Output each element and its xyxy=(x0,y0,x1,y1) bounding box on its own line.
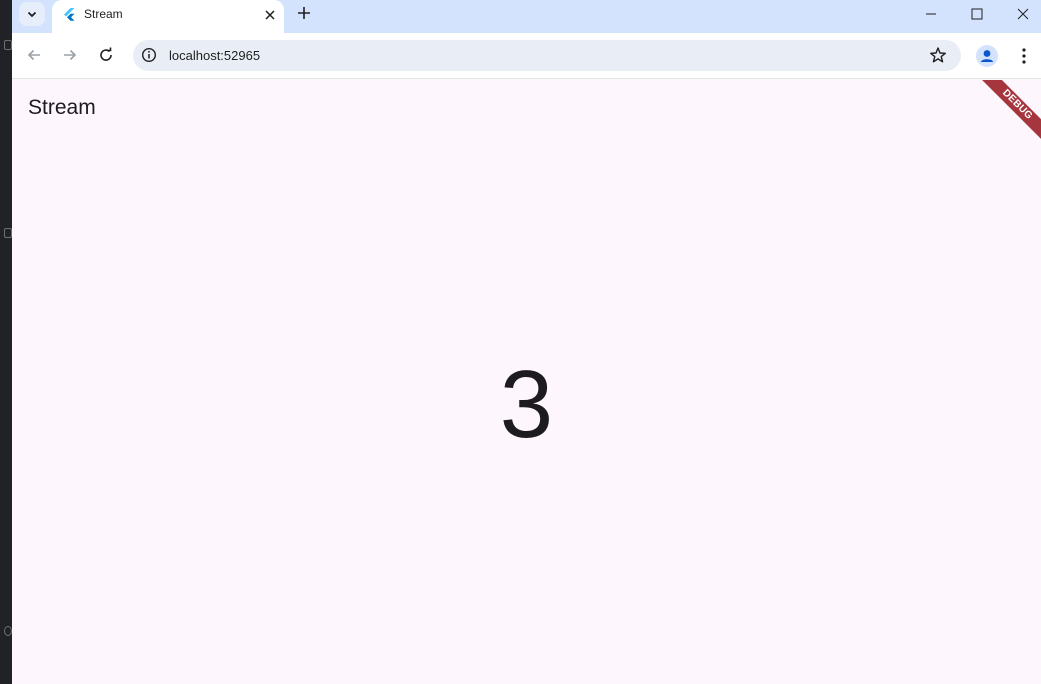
ide-icon xyxy=(4,40,12,50)
plus-icon xyxy=(298,7,310,19)
ide-icon xyxy=(4,228,12,238)
browser-toolbar: localhost:52965 xyxy=(12,33,1041,79)
ide-icon xyxy=(4,626,12,636)
address-url[interactable]: localhost:52965 xyxy=(169,48,260,63)
address-bar[interactable]: localhost:52965 xyxy=(133,40,961,71)
chevron-down-icon xyxy=(27,11,37,18)
close-icon xyxy=(265,10,275,20)
stream-counter-value: 3 xyxy=(499,351,554,458)
background-ide-window xyxy=(0,0,12,684)
debug-banner: DEBUG xyxy=(974,80,1041,148)
arrow-left-icon xyxy=(27,49,40,61)
minimize-icon xyxy=(926,13,936,15)
app-viewport: Stream 3 DEBUG xyxy=(12,80,1041,684)
arrow-right-icon xyxy=(64,49,77,61)
reload-button[interactable] xyxy=(95,44,117,66)
maximize-icon xyxy=(971,8,983,20)
browser-window: Stream localhost:52965 Stream 3 DEBUG xyxy=(12,0,1041,684)
browser-menu-button[interactable] xyxy=(1014,45,1034,67)
new-tab-button[interactable] xyxy=(294,4,314,24)
window-close-button[interactable] xyxy=(1000,0,1041,28)
info-icon[interactable] xyxy=(141,47,157,63)
tab-title: Stream xyxy=(84,7,123,21)
close-icon xyxy=(1017,8,1029,20)
forward-button[interactable] xyxy=(59,44,81,66)
tab-strip: Stream xyxy=(12,0,1041,33)
reload-icon xyxy=(100,47,112,61)
kebab-menu-icon xyxy=(1022,48,1026,64)
star-icon[interactable] xyxy=(929,46,947,64)
flutter-logo-icon xyxy=(64,8,75,21)
tab-search-button[interactable] xyxy=(19,2,45,26)
appbar-title: Stream xyxy=(28,96,96,119)
profile-icon[interactable] xyxy=(976,45,998,67)
tab-stream[interactable]: Stream xyxy=(52,0,284,33)
maximize-button[interactable] xyxy=(954,0,1000,28)
minimize-button[interactable] xyxy=(908,0,954,28)
tab-close-button[interactable] xyxy=(262,7,278,23)
back-button[interactable] xyxy=(23,44,45,66)
